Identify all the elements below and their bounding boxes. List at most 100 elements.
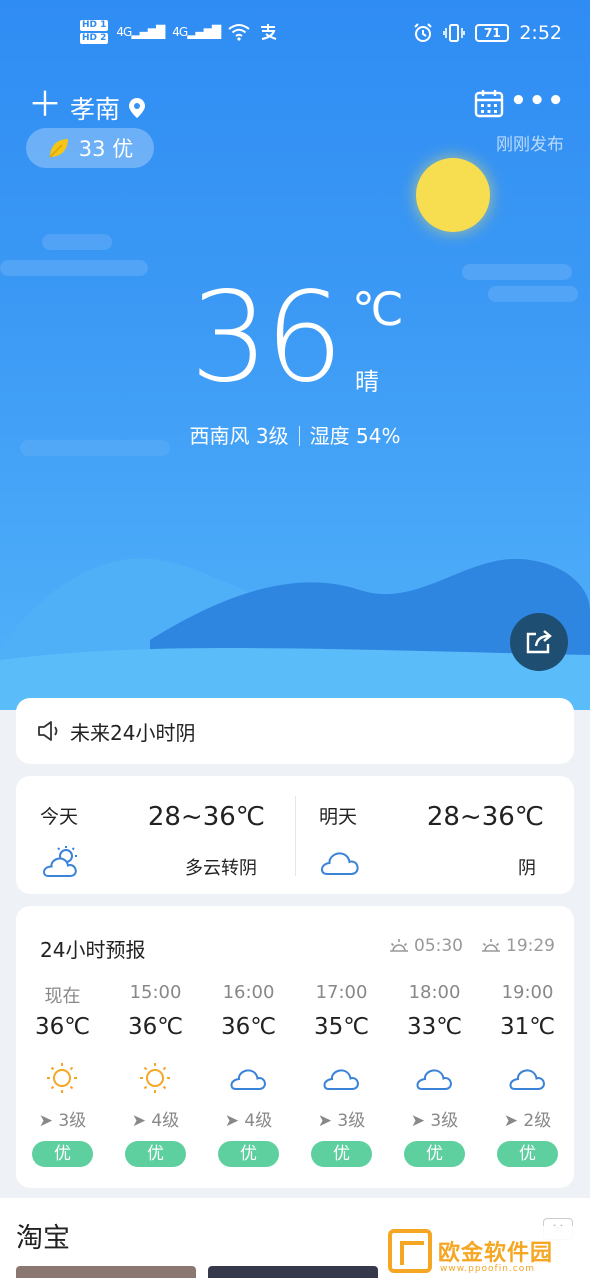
cloud-decoration	[488, 286, 578, 302]
watermark-subtext: www.ppoofin.com	[440, 1264, 536, 1274]
hour-time: 15:00	[129, 982, 182, 1003]
cloud-decoration	[0, 260, 148, 276]
sun-illustration	[416, 158, 490, 232]
partly-cloudy-icon	[42, 846, 77, 877]
calendar-icon[interactable]	[474, 88, 504, 118]
sunrise-icon	[390, 939, 408, 952]
hour-time: 17:00	[315, 982, 368, 1003]
ad-thumbnail[interactable]	[16, 1266, 196, 1278]
current-temperature: 36	[190, 266, 344, 410]
hour-wind: ➤ 4级	[131, 1111, 180, 1131]
aqi-badge[interactable]: 33 优	[26, 128, 154, 168]
hour-temp: 31℃	[499, 1014, 556, 1040]
hour-aqi-badge: 优	[125, 1141, 186, 1167]
city-selector[interactable]: 孝南	[70, 90, 146, 126]
hd1-badge: HD 1	[80, 20, 109, 31]
hd-badges: HD 1 HD 2	[80, 20, 109, 44]
hour-time: 18:00	[408, 982, 461, 1003]
signal-2-icon: 4G▂▄▆█	[172, 25, 221, 39]
status-bar: HD 1 HD 2 4G▂▄▆█ 4G▂▄▆█ 71 2:52	[0, 0, 590, 72]
day-tomorrow[interactable]: 明天 28~36℃ 阴	[295, 776, 574, 894]
sunny-icon	[47, 1063, 77, 1093]
cloudy-icon	[320, 852, 359, 875]
hour-aqi-badge: 优	[497, 1141, 558, 1167]
hour-aqi-badge: 优	[404, 1141, 465, 1167]
hour-aqi-badge: 优	[32, 1141, 93, 1167]
day-today[interactable]: 今天 28~36℃ 多云转阴	[16, 776, 295, 894]
speaker-icon	[38, 721, 58, 741]
two-day-forecast-card: 今天 28~36℃ 多云转阴 明天 28~36℃ 阴	[16, 776, 574, 894]
hour-item[interactable]: 18:00 33℃ ➤ 3级 优	[388, 978, 481, 1178]
forecast-notice-card[interactable]: 未来24小时阴	[16, 698, 574, 764]
hourly-forecast-card: 24小时预报 05:30 19:29 现在 36℃ ➤ 3级 优 15:00 3…	[16, 906, 574, 1188]
current-condition: 晴	[355, 368, 379, 396]
city-name: 孝南	[70, 95, 121, 124]
sunny-icon	[140, 1063, 170, 1093]
hour-wind: ➤ 2级	[503, 1111, 552, 1131]
hour-aqi-badge: 优	[311, 1141, 372, 1167]
sunset-time: 19:29	[506, 936, 555, 956]
hour-item[interactable]: 16:00 36℃ ➤ 4级 优	[202, 978, 295, 1178]
more-menu-button[interactable]: •••	[510, 88, 566, 114]
battery-indicator: 71	[475, 24, 510, 42]
day-condition: 多云转阴	[185, 858, 257, 879]
hour-time: 16:00	[222, 982, 275, 1003]
hour-item[interactable]: 19:00 31℃ ➤ 2级 优	[481, 978, 574, 1178]
temperature-unit: ℃	[352, 282, 404, 336]
aqi-value: 33 优	[78, 137, 134, 161]
hourly-title: 24小时预报	[40, 938, 146, 962]
signal-1-icon: 4G▂▄▆█	[116, 25, 165, 39]
cloudy-icon	[509, 1069, 545, 1090]
hour-time: 19:00	[501, 982, 554, 1003]
share-button[interactable]	[510, 613, 568, 671]
notice-text: 未来24小时阴	[70, 720, 196, 745]
wind-info: 西南风 3级	[189, 424, 289, 448]
cloudy-icon	[416, 1069, 452, 1090]
day-temp-range: 28~36℃	[147, 802, 265, 832]
ad-title: 淘宝	[16, 1223, 70, 1254]
watermark: 欧金软件园 www.ppoofin.com	[388, 1226, 584, 1276]
hour-temp: 36℃	[127, 1014, 184, 1040]
clock: 2:52	[519, 22, 562, 44]
weather-hero: HD 1 HD 2 4G▂▄▆█ 4G▂▄▆█ 71 2:52 ＋ 孝南 •••…	[0, 0, 590, 710]
hour-wind: ➤ 4级	[224, 1111, 273, 1131]
cloudy-icon	[323, 1069, 359, 1090]
hills-illustration	[0, 558, 590, 710]
add-city-button[interactable]: ＋	[28, 88, 62, 122]
hour-temp: 33℃	[406, 1014, 463, 1040]
ad-thumbnail[interactable]	[208, 1266, 378, 1278]
hour-item[interactable]: 15:00 36℃ ➤ 4级 优	[109, 978, 202, 1178]
hour-temp: 36℃	[34, 1014, 91, 1040]
day-temp-range: 28~36℃	[426, 802, 544, 832]
sunset-info: 19:29	[480, 936, 555, 956]
hour-temp: 36℃	[220, 1014, 277, 1040]
wind-humidity-row: 西南风 3级 湿度 54%	[0, 420, 590, 449]
cloud-decoration	[42, 234, 112, 250]
hour-aqi-badge: 优	[218, 1141, 279, 1167]
cloudy-icon	[230, 1069, 266, 1090]
status-left: HD 1 HD 2 4G▂▄▆█ 4G▂▄▆█	[80, 20, 278, 44]
hour-temp: 35℃	[313, 1014, 370, 1040]
hour-item[interactable]: 现在 36℃ ➤ 3级 优	[16, 978, 109, 1178]
share-icon	[526, 630, 552, 654]
divider	[298, 426, 300, 446]
hour-time: 现在	[44, 986, 81, 1007]
alipay-icon	[261, 24, 277, 40]
leaf-icon	[49, 139, 68, 158]
watermark-text: 欧金软件园	[438, 1241, 554, 1266]
wifi-icon	[228, 24, 250, 41]
day-name: 今天	[40, 806, 79, 828]
location-pin-icon	[129, 98, 146, 118]
publish-time: 刚刚发布	[496, 135, 564, 155]
day-name: 明天	[319, 806, 358, 828]
alarm-icon	[414, 23, 433, 42]
humidity-info: 湿度 54%	[309, 424, 401, 448]
hour-item[interactable]: 17:00 35℃ ➤ 3级 优	[295, 978, 388, 1178]
day-condition: 阴	[518, 858, 536, 879]
hour-wind: ➤ 3级	[410, 1111, 459, 1131]
cloud-decoration	[462, 264, 572, 280]
status-right: 71 2:52	[413, 22, 562, 44]
hour-wind: ➤ 3级	[317, 1111, 366, 1131]
hour-wind: ➤ 3级	[38, 1111, 87, 1131]
sunrise-info: 05:30	[388, 936, 463, 956]
